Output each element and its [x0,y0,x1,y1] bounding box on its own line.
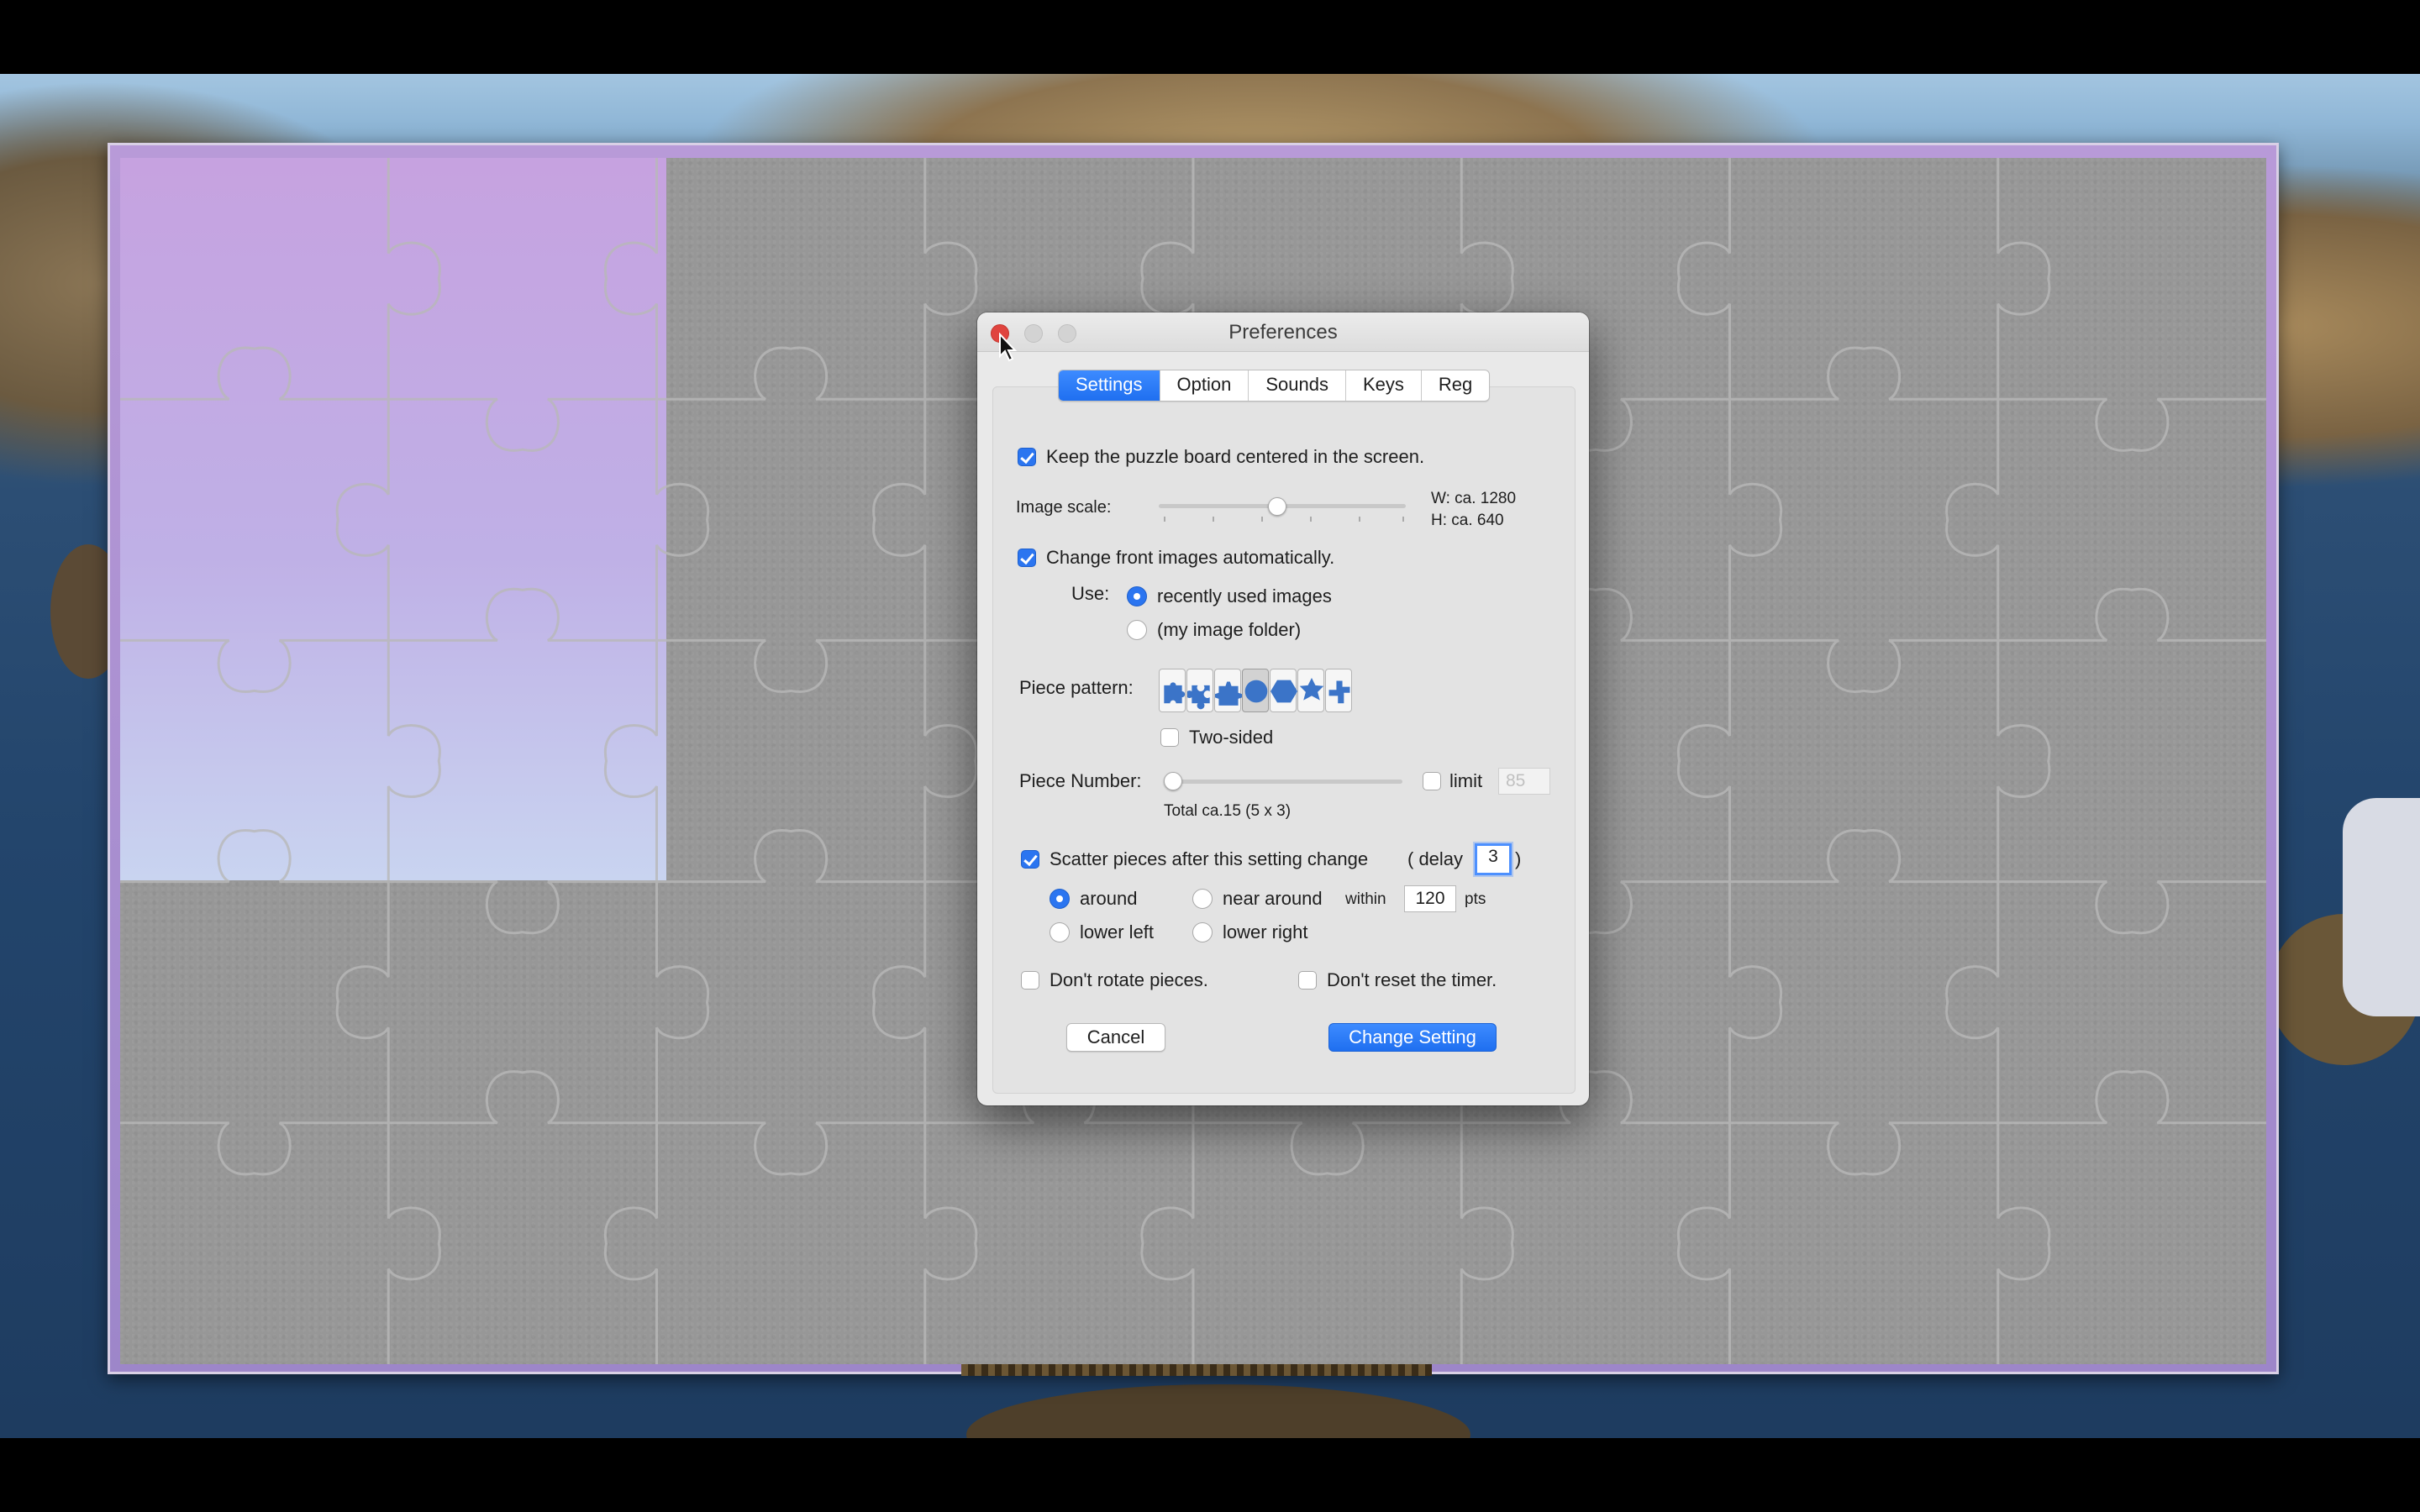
scale-tick [1261,517,1263,522]
dont-reset-checkbox[interactable] [1298,971,1317,990]
tab-bar: Settings Option Sounds Keys Reg [1058,370,1491,402]
tab-keys[interactable]: Keys [1346,370,1422,401]
scatter-lower-right-radio[interactable] [1192,922,1213,942]
scatter-near-around-label: near around [1223,888,1323,909]
scale-tick [1164,517,1165,522]
delay-prefix-label: ( delay [1407,848,1464,869]
wavy-piece-icon [1215,681,1242,706]
limit-label: limit [1449,770,1483,791]
delay-suffix-label: ) [1515,848,1522,869]
piece-total-text: Total ca.15 (5 x 3) [1164,802,1292,820]
piece-pattern-button[interactable] [1214,669,1242,712]
star-piece-icon [1299,678,1324,701]
tab-sounds[interactable]: Sounds [1249,370,1346,401]
piece-pattern-button[interactable] [1270,669,1297,712]
scale-tick [1359,517,1360,522]
keep-centered-checkbox[interactable] [1018,448,1036,466]
limit-field[interactable]: 85 [1498,768,1550,795]
piece-pattern-label: Piece pattern: [1019,677,1134,698]
tab-reg[interactable]: Reg [1422,370,1489,401]
tab-option[interactable]: Option [1160,370,1249,401]
wallpaper-island [966,1384,1470,1438]
change-front-checkbox[interactable] [1018,549,1036,567]
dont-rotate-checkbox[interactable] [1021,971,1039,990]
scale-tick [1310,517,1312,522]
mouse-pointer-icon [999,333,1018,362]
scatter-near-around-radio[interactable] [1192,889,1213,909]
piece-pattern-button[interactable] [1186,669,1213,712]
piece-number-track[interactable] [1164,780,1402,784]
recently-used-label: recently used images [1157,585,1332,606]
change-setting-button[interactable]: Change Setting [1328,1023,1497,1052]
use-label: Use: [1071,583,1110,604]
within-field[interactable]: 120 [1404,885,1456,912]
classic-piece-icon [1164,682,1186,704]
keep-centered-label: Keep the puzzle board centered in the sc… [1046,446,1425,467]
two-sided-checkbox[interactable] [1160,728,1179,747]
title-bar[interactable]: Preferences [977,312,1589,352]
dont-rotate-label: Don't rotate pieces. [1050,969,1208,990]
image-height-text: H: ca. 640 [1431,512,1504,529]
image-width-text: W: ca. 1280 [1431,490,1517,507]
piece-number-label: Piece Number: [1019,770,1142,791]
piece-pattern-button[interactable] [1242,669,1269,712]
limit-checkbox[interactable] [1423,772,1441,790]
pts-label: pts [1465,890,1486,908]
two-sided-label: Two-sided [1189,727,1274,748]
scale-tick [1402,517,1404,522]
image-scale-label: Image scale: [1016,498,1112,517]
delay-field[interactable]: 3 [1475,843,1512,875]
change-front-label: Change front images automatically. [1046,547,1335,568]
spiral-piece-icon [1328,680,1350,704]
circle-piece-icon [1244,680,1268,703]
stray-puzzle-piece[interactable] [2343,798,2420,1016]
my-image-folder-label: (my image folder) [1157,619,1302,640]
dont-reset-label: Don't reset the timer. [1327,969,1497,990]
scatter-label: Scatter pieces after this setting change [1050,848,1369,869]
scatter-checkbox[interactable] [1021,850,1039,869]
piece-pattern-button[interactable] [1325,669,1352,712]
piece-number-slider[interactable] [1164,772,1182,790]
piece-pattern-button[interactable] [1159,669,1186,712]
scatter-lower-right-label: lower right [1223,921,1308,942]
image-scale-slider[interactable] [1268,497,1287,516]
hexagon-piece-icon [1270,680,1297,703]
scatter-around-label: around [1080,888,1138,909]
my-image-folder-radio[interactable] [1127,620,1147,640]
piece-pattern-button[interactable] [1297,669,1324,712]
recently-used-radio[interactable] [1127,586,1147,606]
tab-settings[interactable]: Settings [1059,370,1160,401]
within-label: within [1345,890,1386,908]
classic-round-piece-icon [1187,685,1210,710]
preferences-dialog: Preferences Settings Option Sounds Keys … [977,312,1589,1105]
scatter-lower-left-radio[interactable] [1050,922,1070,942]
scatter-lower-left-label: lower left [1080,921,1155,942]
scale-tick [1213,517,1214,522]
dialog-title: Preferences [1228,321,1338,344]
cancel-button[interactable]: Cancel [1066,1023,1165,1052]
scatter-around-radio[interactable] [1050,889,1070,909]
